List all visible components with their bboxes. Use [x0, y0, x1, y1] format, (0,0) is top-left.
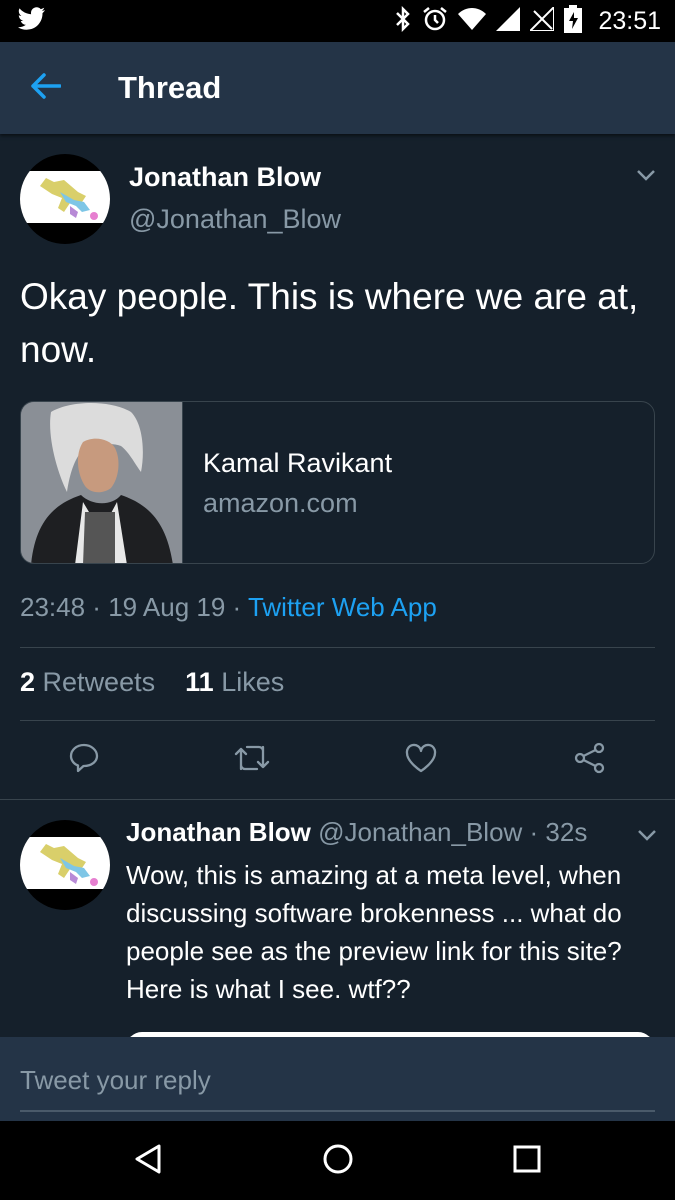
engagement-counts: 2 Retweets 11 Likes: [20, 667, 284, 698]
twitter-bird-icon: [18, 6, 46, 36]
reply-author-name[interactable]: Jonathan Blow: [126, 817, 311, 847]
reply-icon: [68, 742, 100, 779]
nav-back-button[interactable]: [128, 1141, 168, 1181]
back-button[interactable]: [0, 42, 92, 134]
status-time: 23:51: [598, 6, 661, 35]
tweet-timestamp: 23:48 · 19 Aug 19 · Twitter Web App: [20, 592, 437, 622]
reply-text: Wow, this is amazing at a meta level, wh…: [126, 860, 622, 1004]
card-title: Kamal Ravikant: [203, 448, 393, 478]
battery-charging-icon: [564, 4, 583, 38]
nav-recents-button[interactable]: [507, 1141, 547, 1181]
page-title: Thread: [118, 70, 222, 105]
tweet-text: Okay people. This is where we are at, no…: [20, 276, 639, 370]
input-underline: [20, 1110, 655, 1112]
bluetooth-icon: [394, 5, 412, 37]
link-card[interactable]: Kamal Ravikant amazon.com: [20, 401, 655, 564]
android-nav-bar: [0, 1121, 675, 1200]
recents-square-icon: [512, 1144, 542, 1179]
reply-options-button[interactable]: [637, 828, 657, 847]
signal-icon: [496, 6, 521, 36]
reply-button[interactable]: [64, 740, 104, 780]
avatar-image: [40, 844, 98, 886]
reply-meta: @Jonathan_Blow · 32s: [310, 817, 588, 847]
chevron-down-icon: [637, 829, 657, 846]
divider: [20, 720, 655, 721]
back-triangle-icon: [133, 1143, 163, 1180]
avatar-image: [40, 178, 98, 220]
app-header: Thread: [0, 42, 675, 134]
like-button[interactable]: [401, 740, 441, 780]
reply-input[interactable]: Tweet your reply: [20, 1065, 211, 1096]
no-signal-icon: [528, 4, 556, 36]
status-bar: 23:51: [0, 0, 675, 42]
retweets-stat[interactable]: 2 Retweets: [20, 667, 155, 697]
retweet-button[interactable]: [232, 740, 272, 780]
reply-header: Jonathan Blow @Jonathan_Blow · 32s: [126, 817, 587, 848]
share-button[interactable]: [570, 740, 610, 780]
author-handle[interactable]: @Jonathan_Blow: [129, 204, 341, 235]
tweet-actions: [0, 730, 675, 790]
divider: [0, 799, 675, 800]
home-circle-icon: [322, 1143, 354, 1180]
tweet-options-button[interactable]: [636, 168, 656, 187]
avatar[interactable]: [20, 154, 110, 244]
retweet-icon: [233, 743, 271, 778]
like-icon: [404, 743, 438, 778]
author-name[interactable]: Jonathan Blow: [129, 162, 321, 193]
wifi-icon: [458, 7, 487, 35]
chevron-down-icon: [636, 169, 656, 186]
card-domain: amazon.com: [203, 488, 358, 518]
likes-stat[interactable]: 11 Likes: [185, 667, 284, 697]
avatar[interactable]: [20, 820, 110, 910]
divider: [20, 647, 655, 648]
tweet-source-link[interactable]: Twitter Web App: [248, 592, 437, 622]
reply-composer: Tweet your reply: [0, 1037, 675, 1121]
nav-home-button[interactable]: [318, 1141, 358, 1181]
card-image: [21, 402, 183, 563]
share-icon: [573, 742, 607, 779]
arrow-left-icon: [31, 72, 62, 104]
alarm-icon: [422, 6, 448, 37]
